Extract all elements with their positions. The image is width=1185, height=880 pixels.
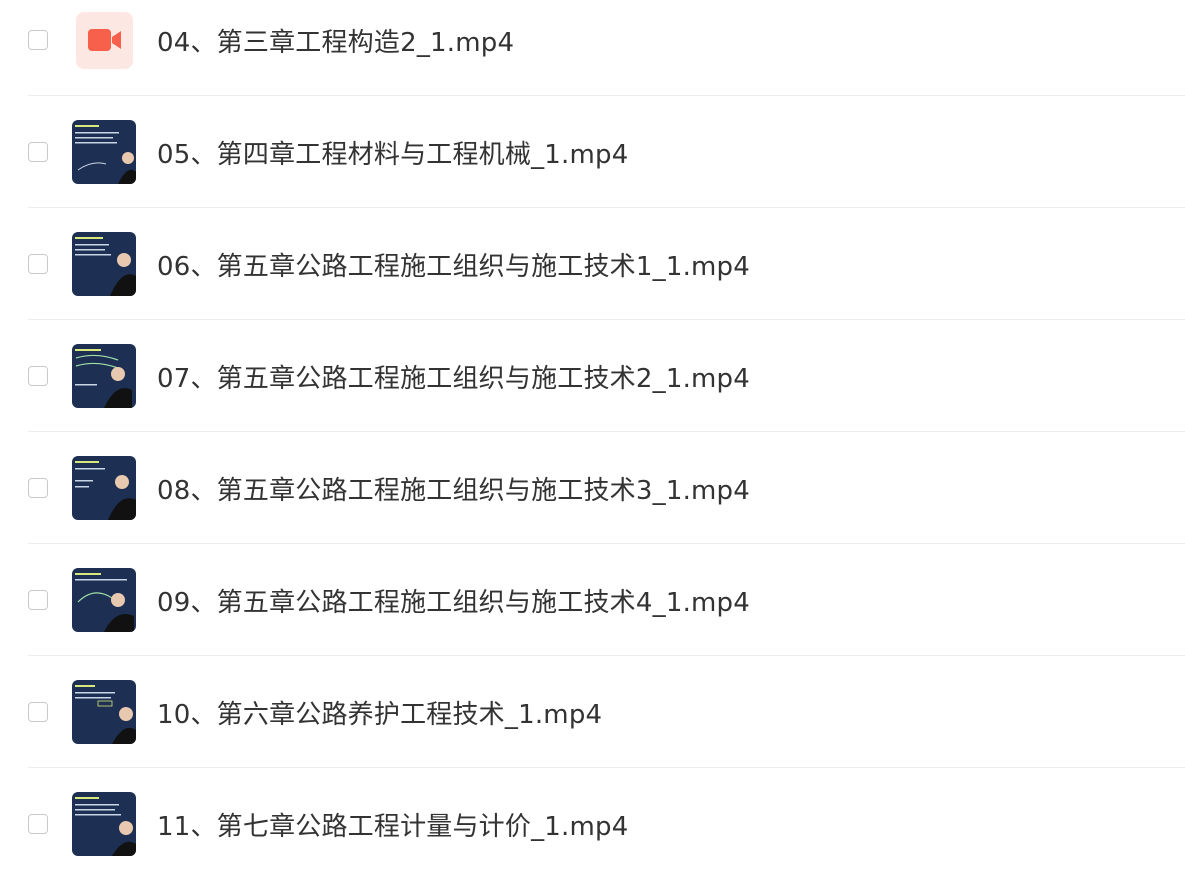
lecture-video-thumbnail	[72, 232, 136, 296]
lecture-video-thumbnail	[72, 792, 136, 856]
file-name[interactable]: 09、第五章公路工程施工组织与施工技术4_1.mp4	[157, 582, 750, 619]
file-row[interactable]: 04、第三章工程构造2_1.mp4	[0, 0, 1185, 96]
lecture-video-thumbnail	[72, 120, 136, 184]
file-name[interactable]: 06、第五章公路工程施工组织与施工技术1_1.mp4	[157, 246, 750, 283]
file-name[interactable]: 11、第七章公路工程计量与计价_1.mp4	[157, 806, 628, 843]
file-name[interactable]: 04、第三章工程构造2_1.mp4	[157, 22, 514, 59]
file-row[interactable]: 11、第七章公路工程计量与计价_1.mp4	[0, 768, 1185, 880]
select-checkbox[interactable]	[28, 702, 48, 722]
select-checkbox[interactable]	[28, 366, 48, 386]
file-row[interactable]: 10、第六章公路养护工程技术_1.mp4	[0, 656, 1185, 768]
lecture-video-thumbnail	[72, 680, 136, 744]
video-file-icon	[76, 11, 133, 69]
file-name[interactable]: 08、第五章公路工程施工组织与施工技术3_1.mp4	[157, 470, 750, 507]
lecture-video-thumbnail	[72, 344, 136, 408]
select-checkbox[interactable]	[28, 590, 48, 610]
select-checkbox[interactable]	[28, 478, 48, 498]
file-row[interactable]: 08、第五章公路工程施工组织与施工技术3_1.mp4	[0, 432, 1185, 544]
lecture-video-thumbnail	[72, 456, 136, 520]
lecture-video-thumbnail	[72, 568, 136, 632]
select-checkbox[interactable]	[28, 30, 48, 50]
file-row[interactable]: 07、第五章公路工程施工组织与施工技术2_1.mp4	[0, 320, 1185, 432]
file-name[interactable]: 10、第六章公路养护工程技术_1.mp4	[157, 694, 602, 731]
file-list: 04、第三章工程构造2_1.mp4 05、第四章工程材料与工程机械_1.mp4	[0, 0, 1185, 859]
file-name[interactable]: 07、第五章公路工程施工组织与施工技术2_1.mp4	[157, 358, 750, 395]
select-checkbox[interactable]	[28, 814, 48, 834]
file-row[interactable]: 06、第五章公路工程施工组织与施工技术1_1.mp4	[0, 208, 1185, 320]
select-checkbox[interactable]	[28, 142, 48, 162]
select-checkbox[interactable]	[28, 254, 48, 274]
file-name[interactable]: 05、第四章工程材料与工程机械_1.mp4	[157, 134, 628, 171]
file-row[interactable]: 05、第四章工程材料与工程机械_1.mp4	[0, 96, 1185, 208]
file-row[interactable]: 09、第五章公路工程施工组织与施工技术4_1.mp4	[0, 544, 1185, 656]
